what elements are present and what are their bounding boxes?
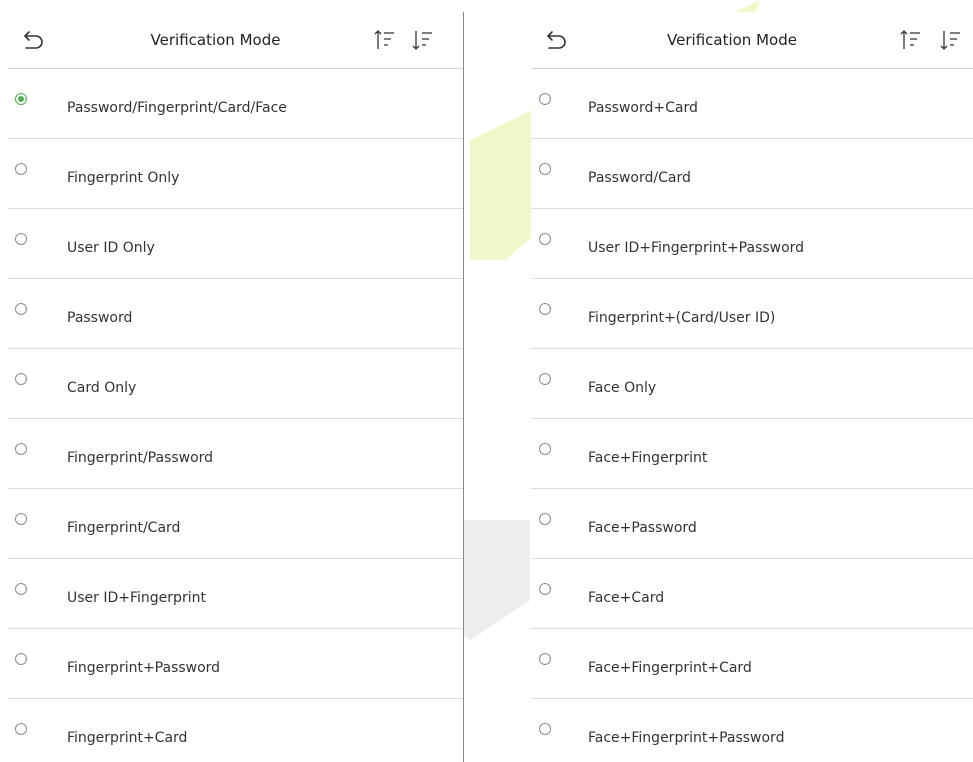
radio-button[interactable] bbox=[539, 233, 551, 245]
sort-descending-button[interactable] bbox=[411, 29, 433, 51]
list-item[interactable]: Face+Fingerprint bbox=[531, 419, 973, 489]
radio-button[interactable] bbox=[539, 583, 551, 595]
option-label: User ID Only bbox=[67, 240, 155, 256]
verification-mode-panel-left: Verification Mode Password/Fingerprint/C… bbox=[8, 12, 464, 762]
radio-button[interactable] bbox=[539, 723, 551, 735]
verification-mode-list: Password/Fingerprint/Card/Face Fingerpri… bbox=[8, 69, 463, 762]
option-label: Face+Fingerprint+Password bbox=[588, 730, 785, 746]
sort-descending-icon bbox=[940, 31, 960, 50]
radio-button[interactable] bbox=[539, 653, 551, 665]
list-item[interactable]: User ID Only bbox=[8, 209, 463, 279]
option-label: Fingerprint Only bbox=[67, 170, 180, 186]
radio-button[interactable] bbox=[539, 163, 551, 175]
sort-ascending-icon bbox=[900, 30, 920, 49]
radio-button[interactable] bbox=[539, 373, 551, 385]
option-label: User ID+Fingerprint+Password bbox=[588, 240, 805, 256]
radio-button[interactable] bbox=[539, 513, 551, 525]
option-label: Password/Fingerprint/Card/Face bbox=[67, 100, 287, 116]
sort-descending-icon bbox=[412, 31, 432, 50]
option-label: Fingerprint+(Card/User ID) bbox=[588, 310, 776, 326]
list-item[interactable]: Password bbox=[8, 279, 463, 349]
back-arrow-icon bbox=[24, 31, 43, 49]
panel-header: Verification Mode bbox=[8, 12, 463, 69]
option-label: Password bbox=[67, 310, 133, 326]
radio-button[interactable] bbox=[15, 723, 27, 735]
option-label: Fingerprint+Card bbox=[67, 730, 188, 746]
option-label: Face+Fingerprint+Card bbox=[588, 660, 752, 676]
option-label: Face+Card bbox=[588, 590, 665, 606]
radio-button[interactable] bbox=[15, 163, 27, 175]
list-item[interactable]: User ID+Fingerprint+Password bbox=[531, 209, 973, 279]
option-label: Fingerprint/Password bbox=[67, 450, 214, 466]
page-title: Verification Mode bbox=[667, 31, 797, 49]
list-item[interactable]: Password+Card bbox=[531, 69, 973, 139]
verification-mode-panel-right: Verification Mode Password+Card Password… bbox=[531, 12, 973, 762]
radio-button[interactable] bbox=[15, 653, 27, 665]
verification-mode-list: Password+Card Password/Card User ID+Fing… bbox=[531, 69, 973, 762]
back-button[interactable] bbox=[20, 26, 48, 54]
sort-ascending-button[interactable] bbox=[899, 29, 921, 51]
option-label: Password/Card bbox=[588, 170, 691, 186]
radio-button[interactable] bbox=[15, 303, 27, 315]
option-label: Face+Password bbox=[588, 520, 697, 536]
radio-button[interactable] bbox=[15, 513, 27, 525]
radio-button[interactable] bbox=[15, 443, 27, 455]
radio-button[interactable] bbox=[539, 303, 551, 315]
page-title: Verification Mode bbox=[150, 31, 281, 49]
list-item[interactable]: Password/Fingerprint/Card/Face bbox=[8, 69, 463, 139]
list-item[interactable]: Face+Password bbox=[531, 489, 973, 559]
list-item[interactable]: Password/Card bbox=[531, 139, 973, 209]
radio-button[interactable] bbox=[15, 93, 27, 105]
list-item[interactable]: Card Only bbox=[8, 349, 463, 419]
back-arrow-icon bbox=[547, 31, 566, 49]
list-item[interactable]: Face+Fingerprint+Password bbox=[531, 699, 973, 762]
radio-button[interactable] bbox=[15, 233, 27, 245]
sort-ascending-icon bbox=[374, 30, 394, 49]
list-item[interactable]: Fingerprint+Card bbox=[8, 699, 463, 762]
sort-descending-button[interactable] bbox=[939, 29, 961, 51]
list-item[interactable]: User ID+Fingerprint bbox=[8, 559, 463, 629]
radio-button[interactable] bbox=[15, 373, 27, 385]
option-label: Face+Fingerprint bbox=[588, 450, 708, 466]
list-item[interactable]: Face+Card bbox=[531, 559, 973, 629]
radio-button[interactable] bbox=[15, 583, 27, 595]
option-label: Password+Card bbox=[588, 100, 698, 116]
option-label: Fingerprint/Card bbox=[67, 520, 181, 536]
list-item[interactable]: Face Only bbox=[531, 349, 973, 419]
list-item[interactable]: Fingerprint+(Card/User ID) bbox=[531, 279, 973, 349]
list-item[interactable]: Face+Fingerprint+Card bbox=[531, 629, 973, 699]
back-button[interactable] bbox=[543, 26, 571, 54]
option-label: Fingerprint+Password bbox=[67, 660, 221, 676]
option-label: Card Only bbox=[67, 380, 137, 396]
list-item[interactable]: Fingerprint Only bbox=[8, 139, 463, 209]
list-item[interactable]: Fingerprint/Card bbox=[8, 489, 463, 559]
list-item[interactable]: Fingerprint+Password bbox=[8, 629, 463, 699]
option-label: Face Only bbox=[588, 380, 657, 396]
option-label: User ID+Fingerprint bbox=[67, 590, 206, 606]
list-item[interactable]: Fingerprint/Password bbox=[8, 419, 463, 489]
panel-header: Verification Mode bbox=[531, 12, 973, 69]
radio-button[interactable] bbox=[539, 443, 551, 455]
sort-ascending-button[interactable] bbox=[373, 29, 395, 51]
radio-button[interactable] bbox=[539, 93, 551, 105]
